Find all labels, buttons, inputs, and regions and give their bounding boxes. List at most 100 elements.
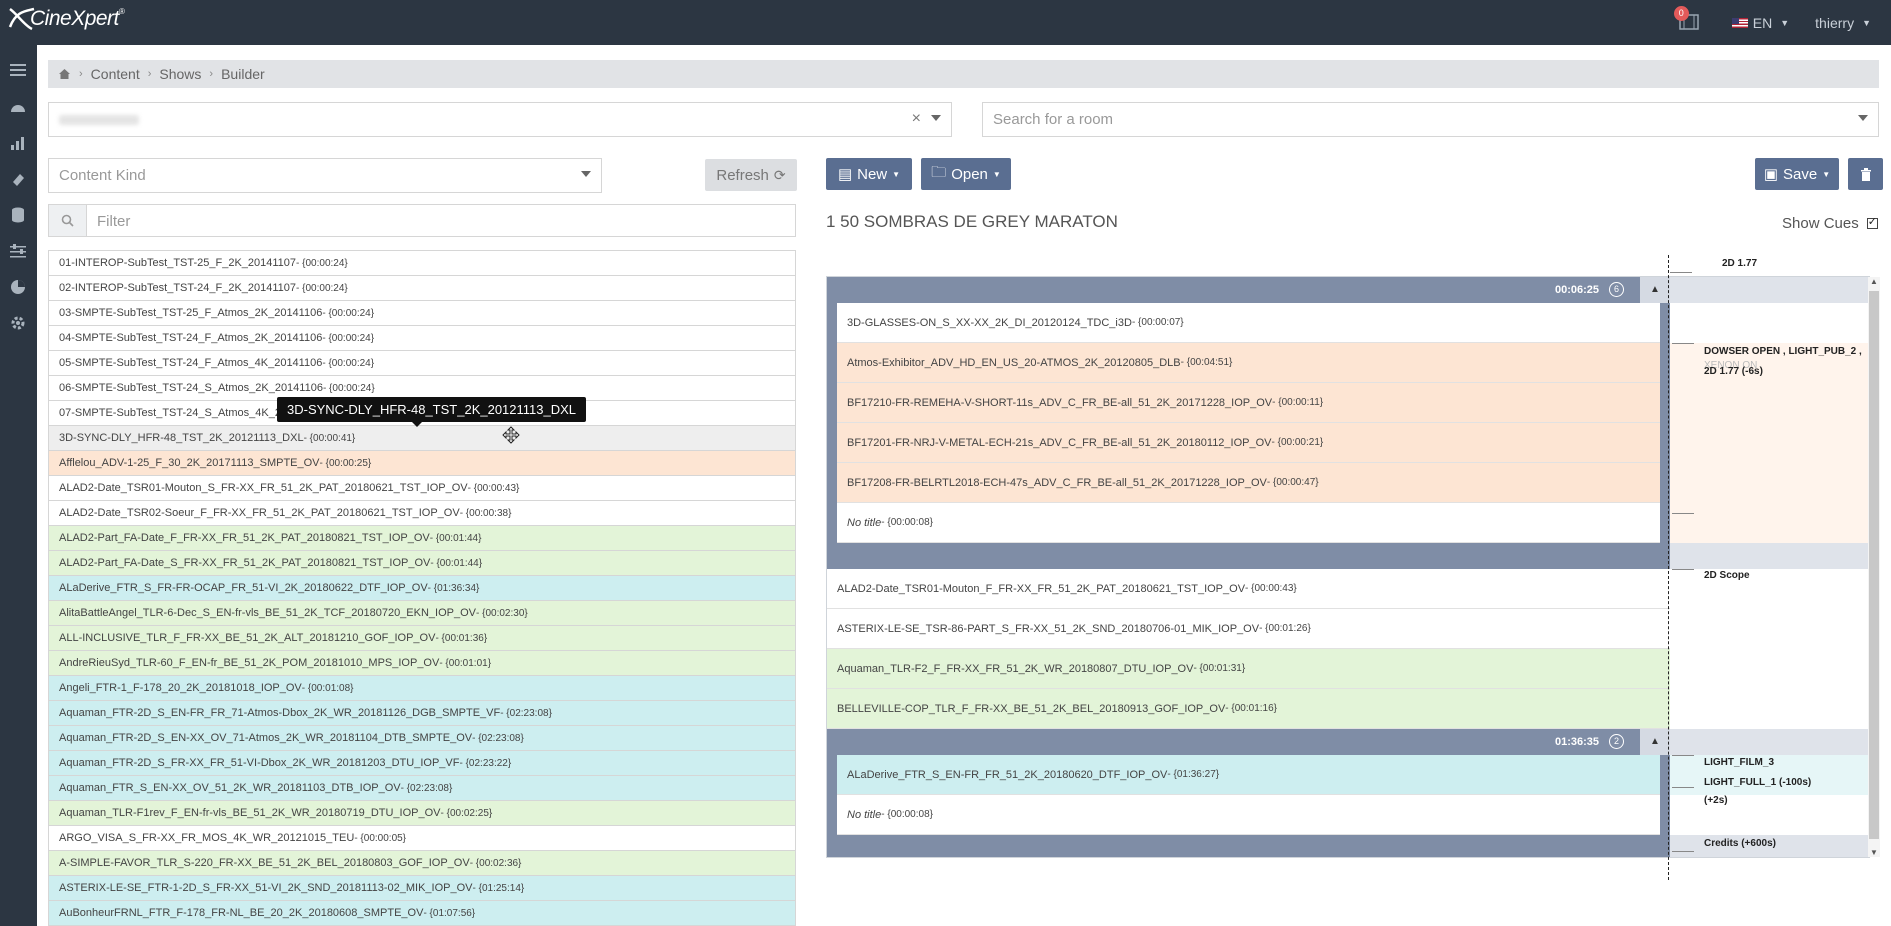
cue-tick	[1672, 787, 1694, 788]
show-item-row[interactable]: BF17201-FR-NRJ-V-METAL-ECH-21s_ADV_C_FR_…	[837, 423, 1660, 463]
breadcrumb-shows[interactable]: Shows	[159, 66, 201, 82]
show-item-row[interactable]: ALAD2-Date_TSR01-Mouton_F_FR-XX_FR_51_2K…	[827, 569, 1670, 609]
content-list-item[interactable]: ALL-INCLUSIVE_TLR_F_FR-XX_BE_51_2K_ALT_2…	[48, 626, 796, 651]
content-duration: - {01:25:14}	[472, 882, 525, 894]
content-name: 3D-SYNC-DLY_HFR-48_TST_2K_20121113_DXL	[59, 432, 304, 444]
show-item-row[interactable]: BELLEVILLE-COP_TLR_F_FR-XX_BE_51_2K_BEL_…	[827, 689, 1670, 729]
collapse-icon[interactable]: ▲	[1640, 729, 1670, 755]
user-menu[interactable]: thierry ▼	[1815, 15, 1871, 31]
content-duration: - {00:00:38}	[459, 507, 512, 519]
show-item-row[interactable]: Aquaman_TLR-F2_F_FR-XX_FR_51_2K_WR_20180…	[827, 649, 1670, 689]
content-list-item[interactable]: ARGO_VISA_S_FR-XX_FR_MOS_4K_WR_20121015_…	[48, 826, 796, 851]
content-list-item[interactable]: A-SIMPLE-FAVOR_TLR_S-220_FR-XX_BE_51_2K_…	[48, 851, 796, 876]
cue-top[interactable]: 2D 1.77	[1722, 258, 1757, 269]
builder-scrollbar[interactable]: ▲ ▼	[1868, 277, 1880, 857]
show-item-duration: - {00:00:21}	[1271, 437, 1324, 448]
content-list-item[interactable]: Aquaman_FTR-2D_S_FR-XX_FR_51-VI-Dbox_2K_…	[48, 751, 796, 776]
content-kind-select[interactable]: Content Kind	[48, 158, 602, 193]
content-name: AlitaBattleAngel_TLR-6-Dec_S_EN-fr-vls_B…	[59, 607, 476, 619]
scroll-thumb[interactable]	[1869, 291, 1879, 839]
group-header[interactable]: 01:36:35 2 ▲	[827, 729, 1670, 755]
new-button[interactable]: ▤ New ▼	[826, 158, 912, 190]
content-list-item[interactable]: AlitaBattleAngel_TLR-6-Dec_S_EN-fr-vls_B…	[48, 601, 796, 626]
show-item-row[interactable]: No title - {00:00:08}	[837, 795, 1660, 835]
pie-chart-icon[interactable]	[7, 278, 29, 296]
content-list-item[interactable]: Aquaman_FTR_S_EN-XX_OV_51_2K_WR_20181103…	[48, 776, 796, 801]
content-duration: - {01:07:56}	[423, 907, 476, 919]
content-duration: - {00:00:05}	[354, 832, 407, 844]
content-list-item[interactable]: 03-SMPTE-SubTest_TST-25_F_Atmos_2K_20141…	[48, 301, 796, 326]
content-list-item[interactable]: ALAD2-Date_TSR02-Soeur_F_FR-XX_FR_51_2K_…	[48, 501, 796, 526]
content-list-item[interactable]: 04-SMPTE-SubTest_TST-24_F_Atmos_2K_20141…	[48, 326, 796, 351]
cue-dowser[interactable]: DOWSER OPEN , LIGHT_PUB_2 ,	[1704, 346, 1862, 357]
show-item-row[interactable]: No title - {00:00:08}	[837, 503, 1660, 543]
refresh-button[interactable]: Refresh ⟳	[705, 159, 797, 191]
content-list-item[interactable]: ALAD2-Part_FA-Date_S_FR-XX_FR_51_2K_PAT_…	[48, 551, 796, 576]
scroll-up-icon[interactable]: ▲	[1870, 277, 1878, 286]
database-icon[interactable]	[7, 206, 29, 224]
content-list-item[interactable]: 05-SMPTE-SubTest_TST-24_F_Atmos_4K_20141…	[48, 351, 796, 376]
content-duration: - {00:01:44}	[430, 557, 483, 569]
content-list-item[interactable]: Aquaman_FTR-2D_S_EN-FR_FR_71-Atmos-Dbox_…	[48, 701, 796, 726]
gear-icon[interactable]	[7, 314, 29, 332]
delete-button[interactable]	[1848, 158, 1883, 190]
ticket-icon[interactable]	[7, 170, 29, 188]
cue-light-full[interactable]: LIGHT_FULL_1 (-100s)	[1704, 777, 1811, 788]
show-item-row[interactable]: BF17208-FR-BELRTL2018-ECH-47s_ADV_C_FR_B…	[837, 463, 1660, 503]
cue-light-film[interactable]: LIGHT_FILM_3	[1704, 757, 1774, 768]
cue-2d-offset[interactable]: 2D 1.77 (-6s)	[1704, 366, 1763, 377]
cue-2d-scope[interactable]: 2D Scope	[1704, 570, 1750, 581]
group-header[interactable]: 00:06:25 6 ▲	[827, 277, 1670, 303]
room-select[interactable]: Search for a room	[982, 102, 1879, 137]
collapse-icon[interactable]: ▲	[1640, 277, 1670, 303]
content-duration: - {00:00:24}	[296, 282, 348, 294]
cue-plus2[interactable]: (+2s)	[1704, 795, 1728, 806]
chevron-right-icon: ›	[79, 68, 83, 80]
sliders-icon[interactable]	[7, 242, 29, 260]
content-list-item[interactable]: 01-INTEROP-SubTest_TST-25_F_2K_20141107 …	[48, 251, 796, 276]
show-item-row[interactable]: BF17210-FR-REMEHA-V-SHORT-11s_ADV_C_FR_B…	[837, 383, 1660, 423]
content-name: ASTERIX-LE-SE_FTR-1-2D_S_FR-XX_51-VI_2K_…	[59, 882, 473, 894]
content-list-item[interactable]: Aquaman_FTR-2D_S_EN-XX_OV_71-Atmos_2K_WR…	[48, 726, 796, 751]
show-item-row[interactable]: ALaDerive_FTR_S_EN-FR_FR_51_2K_20180620_…	[837, 755, 1660, 795]
save-button[interactable]: ▣ Save ▼	[1755, 158, 1839, 190]
show-cues-checkbox[interactable]	[1866, 215, 1878, 229]
content-list-item[interactable]: Aquaman_TLR-F1rev_F_EN-fr-vls_BE_51_2K_W…	[48, 801, 796, 826]
content-name: Aquaman_FTR-2D_S_EN-FR_FR_71-Atmos-Dbox_…	[59, 707, 501, 719]
cue-credits[interactable]: Credits (+600s)	[1704, 838, 1776, 849]
show-cues-label: Show Cues	[1782, 215, 1859, 232]
scroll-down-icon[interactable]: ▼	[1870, 848, 1878, 857]
chevron-down-icon: ▼	[1862, 17, 1871, 28]
menu-icon[interactable]	[7, 61, 29, 79]
show-item-row[interactable]: Atmos-Exhibitor_ADV_HD_EN_US_20-ATMOS_2K…	[837, 343, 1660, 383]
content-list-item[interactable]: AuBonheurFRNL_FTR_F-178_FR-NL_BE_20_2K_2…	[48, 901, 796, 926]
show-item-row[interactable]: 3D-GLASSES-ON_S_XX-XX_2K_DI_20120124_TDC…	[837, 303, 1660, 343]
site-select[interactable]: ×	[48, 102, 952, 137]
show-item-row[interactable]: ASTERIX-LE-SE_TSR-86-PART_S_FR-XX_51_2K_…	[827, 609, 1670, 649]
user-name: thierry	[1815, 14, 1855, 31]
content-list-item[interactable]: AndreRieuSyd_TLR-60_F_EN-fr_BE_51_2K_POM…	[48, 651, 796, 676]
open-button[interactable]: 🗀 Open ▼	[921, 158, 1011, 190]
film-notifications-button[interactable]: 0	[1673, 5, 1704, 34]
breadcrumb-content[interactable]: Content	[91, 66, 140, 82]
top-bar: CineXpert® 0 EN ▼ thierry ▼	[0, 0, 1891, 45]
app-logo[interactable]: CineXpert®	[6, 4, 125, 34]
show-item-name: Aquaman_TLR-F2_F_FR-XX_FR_51_2K_WR_20180…	[837, 662, 1194, 675]
home-icon[interactable]	[58, 68, 71, 80]
content-list-item[interactable]: ALAD2-Date_TSR01-Mouton_S_FR-XX_FR_51_2K…	[48, 476, 796, 501]
language-selector[interactable]: EN ▼	[1731, 15, 1789, 31]
content-list-item[interactable]: ASTERIX-LE-SE_FTR-1-2D_S_FR-XX_51-VI_2K_…	[48, 876, 796, 901]
content-list-item[interactable]: ALaDerive_FTR_S_FR-FR-OCAP_FR_51-VI_2K_2…	[48, 576, 796, 601]
content-list-item[interactable]: ALAD2-Part_FA-Date_F_FR-XX_FR_51_2K_PAT_…	[48, 526, 796, 551]
filter-input[interactable]: Filter	[48, 204, 796, 237]
stats-icon[interactable]	[7, 134, 29, 152]
content-list-item[interactable]: Afflelou_ADV-1-25_F_30_2K_20171113_SMPTE…	[48, 451, 796, 476]
content-list-item[interactable]: 3D-SYNC-DLY_HFR-48_TST_2K_20121113_DXL -…	[48, 426, 796, 451]
clear-icon[interactable]: ×	[912, 110, 921, 128]
app-name: CineXpert®	[30, 7, 125, 30]
show-cues-toggle[interactable]: Show Cues	[1782, 215, 1878, 232]
show-item-duration: - {00:01:26}	[1259, 623, 1311, 634]
content-list-item[interactable]: Angeli_FTR-1_F-178_20_2K_20181018_IOP_OV…	[48, 676, 796, 701]
dashboard-icon[interactable]	[7, 98, 29, 116]
content-list-item[interactable]: 02-INTEROP-SubTest_TST-24_F_2K_20141107 …	[48, 276, 796, 301]
